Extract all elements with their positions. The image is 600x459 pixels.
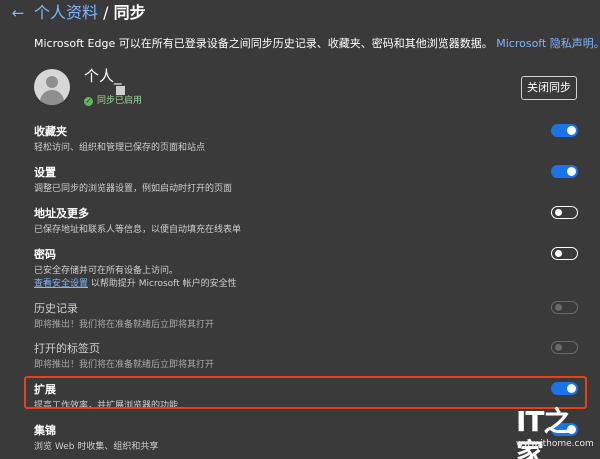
view-security-settings-link[interactable]: 查看安全设置 [34, 279, 88, 289]
security-hint-text: 以帮助提升 Microsoft 帐户的安全性 [90, 279, 237, 289]
sync-item-title: 集锦 [34, 424, 56, 437]
sync-item-title: 密码 [34, 248, 56, 261]
sync-item-title: 打开的标签页 [34, 342, 100, 355]
sync-item-subtitle: 浏览 Web 时收集、组织和共享 [34, 442, 159, 452]
sync-description: Microsoft Edge 可以在所有已登录设备之间同步历史记录、收藏夹、密码… [34, 36, 600, 52]
sync-item-subtitle: 轻松访问、组织和管理已保存的页面和站点 [34, 143, 206, 153]
text-cursor-icon [116, 86, 125, 95]
sync-item-collections: 集锦 浏览 Web 时收集、组织和共享 [34, 423, 584, 459]
breadcrumb: 个人资料 / 同步 [34, 2, 146, 24]
sync-status-text: 同步已启用 [97, 96, 143, 106]
history-toggle [551, 301, 578, 314]
stop-sync-button[interactable]: 关闭同步 [521, 76, 577, 100]
back-arrow-icon[interactable]: ← [10, 5, 26, 21]
addresses-toggle[interactable] [551, 206, 578, 219]
sync-item-subtitle: 已安全存储并可在所有设备上访问。 [34, 266, 179, 276]
sync-item-subtitle: 已保存地址和联系人等信息，以便自动填充在线表单 [34, 225, 242, 235]
toggle-knob [555, 209, 562, 216]
sync-item-title: 设置 [34, 166, 56, 179]
profile-name: 个人_ [84, 67, 122, 85]
toggle-knob [555, 304, 562, 311]
passwords-toggle[interactable] [551, 247, 578, 260]
avatar-head [46, 76, 58, 88]
sync-item-subtitle: 调整已同步的浏览器设置，例如启动时打开的页面 [34, 184, 233, 194]
privacy-statement-link[interactable]: Microsoft 隐私声明。 [496, 37, 600, 50]
sync-item-addresses: 地址及更多 已保存地址和联系人等信息，以便自动填充在线表单 [34, 206, 584, 242]
avatar [34, 69, 70, 105]
breadcrumb-separator: / [103, 3, 109, 22]
check-circle-icon: ✓ [84, 96, 93, 106]
settings-toggle[interactable] [551, 165, 578, 178]
sync-item-title: 收藏夹 [34, 125, 67, 138]
toggle-knob [567, 126, 576, 135]
toggle-knob [555, 344, 562, 351]
breadcrumb-profile[interactable]: 个人资料 [34, 3, 98, 22]
extensions-highlight-box [24, 376, 587, 409]
ithome-watermark: IT之家 www.ithome.com [516, 405, 596, 459]
sync-item-subtitle-2: 查看安全设置 以帮助提升 Microsoft 帐户的安全性 [34, 278, 237, 290]
open-tabs-toggle [551, 341, 578, 354]
ithome-logo: IT之家 [516, 405, 572, 459]
sync-item-subtitle: 即将推出！我们将在准备就绪后立即将其打开 [34, 320, 215, 330]
sync-item-title: 地址及更多 [34, 207, 89, 220]
sync-item-favorites: 收藏夹 轻松访问、组织和管理已保存的页面和站点 [34, 124, 584, 160]
sync-item-settings: 设置 调整已同步的浏览器设置，例如启动时打开的页面 [34, 165, 584, 201]
sync-item-title: 历史记录 [34, 302, 78, 315]
sync-item-passwords: 密码 已安全存储并可在所有设备上访问。 查看安全设置 以帮助提升 Microso… [34, 247, 584, 293]
sync-item-subtitle: 即将推出！我们将在准备就绪后立即将其打开 [34, 360, 215, 370]
sync-item-history: 历史记录 即将推出！我们将在准备就绪后立即将其打开 [34, 301, 584, 337]
toggle-knob [555, 250, 562, 257]
ithome-url: www.ithome.com [516, 439, 594, 449]
toggle-knob [567, 167, 576, 176]
favorites-toggle[interactable] [551, 124, 578, 137]
sync-status: ✓ 同步已启用 [84, 95, 142, 107]
header: ← 个人资料 / 同步 [0, 0, 600, 28]
avatar-body [40, 90, 64, 105]
sync-description-text: Microsoft Edge 可以在所有已登录设备之间同步历史记录、收藏夹、密码… [34, 37, 493, 50]
sync-item-open-tabs: 打开的标签页 即将推出！我们将在准备就绪后立即将其打开 [34, 341, 584, 377]
page-title: 同步 [113, 3, 146, 22]
